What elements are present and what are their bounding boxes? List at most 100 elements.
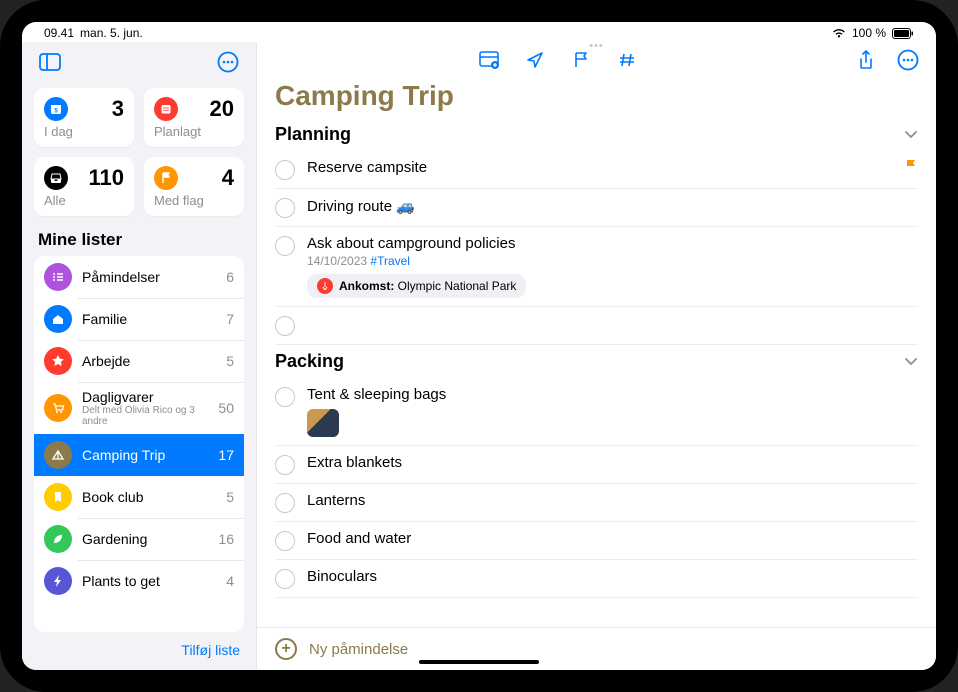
section-name: Packing [275,351,344,372]
completion-circle[interactable] [275,160,295,180]
section-name: Planning [275,124,351,145]
reminder-title: Lanterns [307,492,918,509]
chevron-down-icon [904,130,918,140]
list-name: Familie [82,311,216,327]
list-icon [44,263,72,291]
list-count: 16 [218,531,234,547]
smart-all[interactable]: 110 Alle [34,157,134,216]
reminder-section: Planning Reserve campsite Driving route … [257,118,936,345]
toggle-sidebar-button[interactable] [36,48,64,76]
section-header[interactable]: Planning [275,118,918,151]
leaf-icon [44,525,72,553]
list-name: Dagligvarer [82,389,208,405]
completion-circle[interactable] [275,569,295,589]
reminder-title: Food and water [307,530,918,547]
list-name: Plants to get [82,573,216,589]
flag-indicator-icon [904,159,918,175]
reminder-row[interactable]: Extra blankets [275,446,918,484]
sidebar-list-item[interactable]: Dagligvarer Delt med Olivia Rico og 3 an… [34,382,244,434]
completion-circle[interactable] [275,198,295,218]
reminder-title: Ask about campground policies [307,235,918,252]
sidebar-list-item[interactable]: Plants to get 4 [34,560,244,602]
battery-icon [892,28,914,39]
attachment-thumbnail[interactable] [307,409,339,437]
reminder-row[interactable]: Ask about campground policies 14/10/2023… [275,227,918,307]
reminders-scroll[interactable]: Planning Reserve campsite Driving route … [257,118,936,627]
status-battery: 100 % [852,26,886,40]
list-shared-subtitle: Delt med Olivia Rico og 3 andre [82,405,208,427]
completion-circle[interactable] [275,493,295,513]
sidebar-list-item[interactable]: Book club 5 [34,476,244,518]
reminder-row[interactable]: Tent & sleeping bags [275,378,918,446]
reminder-row[interactable] [275,307,918,345]
reminder-title: Extra blankets [307,454,918,471]
status-time: 09.41 [44,26,74,40]
location-pill[interactable]: Ankomst: Olympic National Park [307,274,526,298]
completion-circle[interactable] [275,236,295,256]
reminder-section: Packing Tent & sleeping bags Extra blank… [257,345,936,598]
plus-circle-icon: + [275,638,297,660]
new-reminder-bar[interactable]: + Ny påmindelse [257,627,936,670]
toolbar: ••• [257,42,936,78]
list-name: Gardening [82,531,208,547]
smart-today[interactable]: 5 3 I dag [34,88,134,147]
tags-button[interactable] [613,46,641,74]
home-indicator[interactable] [419,660,539,664]
location-button[interactable] [521,46,549,74]
sidebar-list-item[interactable]: Gardening 16 [34,518,244,560]
completion-circle[interactable] [275,531,295,551]
inbox-icon [44,166,68,190]
reminder-row[interactable]: Driving route 🚙 [275,189,918,227]
reminder-row[interactable]: Food and water [275,522,918,560]
list-count: 7 [226,311,234,327]
sidebar-list-item[interactable]: Påmindelser 6 [34,256,244,298]
calendar-today-icon: 5 [44,97,68,121]
sidebar-list-item[interactable]: Familie 7 [34,298,244,340]
screen: 09.41 man. 5. jun. 100 % [22,22,936,670]
pin-icon [317,278,333,294]
list-name: Book club [82,489,216,505]
my-lists-heading: Mine lister [22,226,256,256]
flag-icon [154,166,178,190]
house-icon [44,305,72,333]
more-button[interactable] [894,46,922,74]
bookmark-icon [44,483,72,511]
sidebar: 5 3 I dag 20 Planlagt [22,42,257,670]
status-date: man. 5. jun. [80,26,143,40]
reminder-row[interactable]: Binoculars [275,560,918,598]
reminder-row[interactable]: Lanterns [275,484,918,522]
list-count: 5 [226,353,234,369]
reminder-subtitle: 14/10/2023 #Travel [307,254,918,268]
smart-flagged[interactable]: 4 Med flag [144,157,244,216]
add-list-button[interactable]: Tilføj liste [181,642,240,658]
completion-circle[interactable] [275,387,295,407]
share-button[interactable] [852,46,880,74]
list-count: 17 [218,447,234,463]
list-count: 6 [226,269,234,285]
sidebar-list-item[interactable]: Arbejde 5 [34,340,244,382]
sidebar-more-button[interactable] [214,48,242,76]
star-icon [44,347,72,375]
section-header[interactable]: Packing [275,345,918,378]
reminder-tag[interactable]: #Travel [370,254,410,268]
reminder-title: Tent & sleeping bags [307,386,918,403]
list-name: Arbejde [82,353,216,369]
bolt-icon [44,567,72,595]
list-name: Camping Trip [82,447,208,463]
tablet-frame: 09.41 man. 5. jun. 100 % [0,0,958,692]
multitask-handle-icon[interactable]: ••• [589,42,604,52]
template-button[interactable] [475,46,503,74]
reminder-title: Driving route 🚙 [307,197,918,215]
wifi-icon [832,28,846,39]
cart-icon [44,394,72,422]
list-name: Påmindelser [82,269,216,285]
status-bar: 09.41 man. 5. jun. 100 % [22,22,936,42]
completion-circle[interactable] [275,316,295,336]
completion-circle[interactable] [275,455,295,475]
reminder-row[interactable]: Reserve campsite [275,151,918,189]
chevron-down-icon [904,357,918,367]
user-lists: Påmindelser 6 Familie 7 Arbejde 5 Daglig… [34,256,244,632]
reminder-title: Binoculars [307,568,918,585]
smart-scheduled[interactable]: 20 Planlagt [144,88,244,147]
sidebar-list-item[interactable]: Camping Trip 17 [34,434,244,476]
